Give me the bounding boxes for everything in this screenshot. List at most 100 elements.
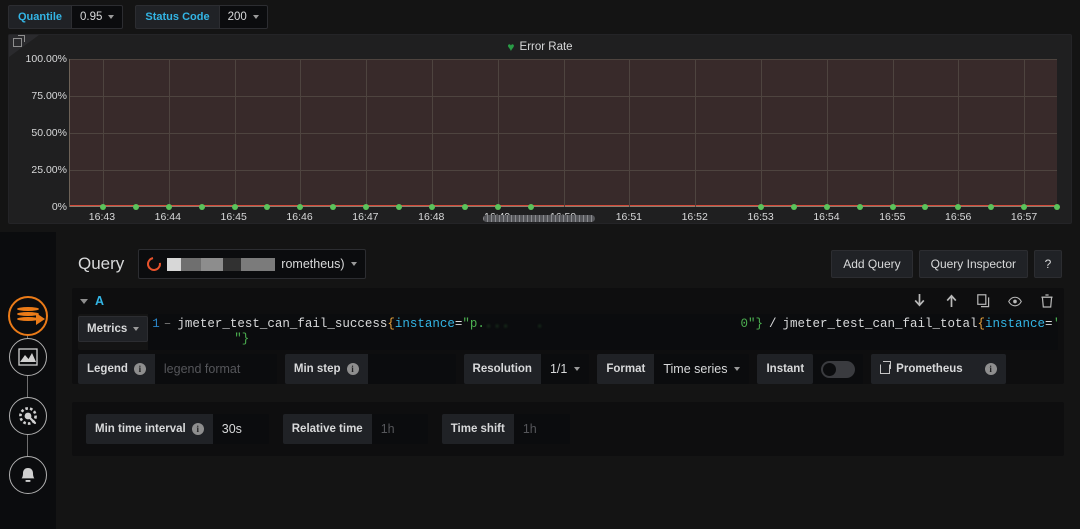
chevron-down-icon [574, 367, 581, 371]
remove-icon[interactable] [1040, 293, 1054, 309]
expr-operator: / [768, 317, 777, 331]
panel-legend: ♥ Error Rate [9, 41, 1071, 53]
gridline-vertical [695, 59, 697, 207]
instant-label: Instant [757, 354, 814, 384]
datasource-name-suffix: rometheus) [281, 257, 345, 271]
min-time-interval-input[interactable] [212, 414, 269, 444]
time-shift-label: Time shift [441, 414, 514, 444]
time-shift-input[interactable] [513, 414, 570, 444]
move-up-icon[interactable] [944, 293, 958, 309]
query-row-header: A [72, 288, 1064, 314]
resolution-label: Resolution [463, 354, 541, 384]
x-axis-tick-label: 16:52 [681, 211, 708, 223]
expr-numerator-tail: 0"} [740, 317, 763, 331]
x-axis-tick-label: 16:46 [286, 211, 313, 223]
legend-label-text: Legend [87, 363, 128, 375]
expr-numerator-label: instance [394, 317, 455, 331]
gridline-vertical [102, 59, 104, 207]
relative-time-option: Relative time [282, 414, 428, 444]
x-axis-tick-label: 16:45 [220, 211, 247, 223]
gridline-vertical [366, 59, 368, 207]
relative-time-input[interactable] [371, 414, 428, 444]
instant-toggle[interactable] [821, 360, 856, 378]
x-axis-tick-label: 16:51 [615, 211, 642, 223]
y-axis-tick-label: 25.00% [31, 164, 67, 176]
expr-eq-2: = [1045, 317, 1053, 331]
format-select[interactable]: Time series [654, 354, 750, 384]
sidebar-item-configuration[interactable] [9, 397, 47, 435]
duplicate-icon[interactable] [976, 293, 990, 309]
y-axis-tick-label: 0% [51, 201, 67, 213]
y-axis-tick-label: 75.00% [31, 90, 67, 102]
min-step-label: Min step i [284, 354, 368, 384]
template-var-quantile[interactable]: Quantile 0.95 [8, 5, 124, 29]
move-down-icon[interactable] [912, 293, 926, 309]
min-time-interval-label-text: Min time interval [95, 423, 186, 435]
gear-icon [19, 407, 37, 425]
x-axis-tick-label: 16:54 [813, 211, 840, 223]
query-ref-id: A [95, 294, 105, 308]
relative-time-label: Relative time [282, 414, 372, 444]
promql-expression-field[interactable]: 1– jmeter_test_can_fail_success{instance=… [148, 314, 1058, 350]
prometheus-external-link[interactable]: Prometheus i [871, 354, 1006, 384]
x-axis-tick-label: 16:57 [1010, 211, 1038, 223]
chevron-down-icon [133, 327, 140, 331]
template-var-status-code[interactable]: Status Code 200 [135, 5, 268, 29]
template-var-quantile-label: Quantile [8, 5, 72, 29]
dashboards-icon [18, 348, 38, 366]
chevron-down-icon [252, 15, 259, 19]
query-row-a: A Metrics 1 – jmeter_test_can_fail_succe… [72, 288, 1064, 384]
datasource-name-redacted [167, 257, 276, 271]
legend-format-input[interactable] [154, 354, 277, 384]
x-axis-tick-label: 16:53 [747, 211, 774, 223]
template-var-status-code-select[interactable]: 200 [218, 5, 268, 29]
datasource-picker[interactable]: rometheus) [138, 249, 366, 279]
sidebar-item-grafana-logo[interactable] [8, 296, 48, 336]
x-axis-tick-label: 16:56 [945, 211, 972, 223]
sidebar-item-dashboards[interactable] [9, 338, 47, 376]
gridline-vertical [234, 59, 236, 207]
template-variables-bar: Quantile 0.95 Status Code 200 [0, 0, 1080, 34]
resolution-select[interactable]: 1/1 [540, 354, 590, 384]
gridline-vertical [563, 59, 565, 207]
external-link-icon [880, 361, 892, 374]
sidebar-item-alerting[interactable] [9, 456, 47, 494]
gridline-vertical [431, 59, 433, 207]
query-inspector-button[interactable]: Query Inspector [918, 250, 1028, 278]
prometheus-logo-icon [147, 257, 161, 271]
query-header: Query rometheus) Add Query Query Inspect… [72, 244, 1064, 284]
y-axis-tick-label: 50.00% [31, 127, 67, 139]
add-query-button[interactable]: Add Query [831, 250, 913, 278]
toggle-visibility-icon[interactable] [1008, 293, 1022, 309]
instant-option: Instant [757, 354, 864, 384]
info-icon[interactable]: i [133, 363, 146, 375]
y-axis-tick-label: 100.00% [25, 53, 67, 65]
query-row-actions [912, 293, 1054, 309]
plot-canvas [69, 59, 1060, 210]
gridline-vertical [892, 59, 894, 207]
help-button[interactable]: ? [1034, 250, 1062, 278]
info-icon[interactable]: i [346, 363, 359, 375]
query-options-row: Legend i Min step i Resolution 1/1 [78, 354, 1058, 384]
gridline-vertical [958, 59, 960, 207]
x-axis-tick-label: 16:48 [418, 211, 445, 223]
info-icon[interactable]: i [191, 423, 204, 435]
template-var-quantile-select[interactable]: 0.95 [71, 5, 124, 29]
metrics-expression-row: Metrics 1– jmeter_test_can_fail_success{i… [78, 314, 1058, 350]
expr-denominator-value: ' [1053, 317, 1058, 331]
info-icon[interactable]: i [984, 363, 997, 375]
chevron-down-icon [734, 367, 741, 371]
horizontal-scrollbar[interactable] [483, 215, 595, 222]
chevron-down-icon[interactable] [80, 298, 88, 304]
grafana-logo-icon [17, 307, 45, 325]
expr-open-brace-2: { [977, 317, 986, 331]
chevron-down-icon [108, 15, 115, 19]
expr-open-brace: { [387, 317, 395, 331]
code-line-number: 1 [152, 317, 160, 331]
resolution-option: Resolution 1/1 [463, 354, 590, 384]
min-step-input[interactable] [367, 354, 456, 384]
metrics-dropdown-label: Metrics [87, 323, 128, 335]
code-fold-marker: – [163, 317, 172, 331]
min-step-label-text: Min step [293, 363, 341, 375]
metrics-dropdown[interactable]: Metrics [78, 316, 149, 342]
